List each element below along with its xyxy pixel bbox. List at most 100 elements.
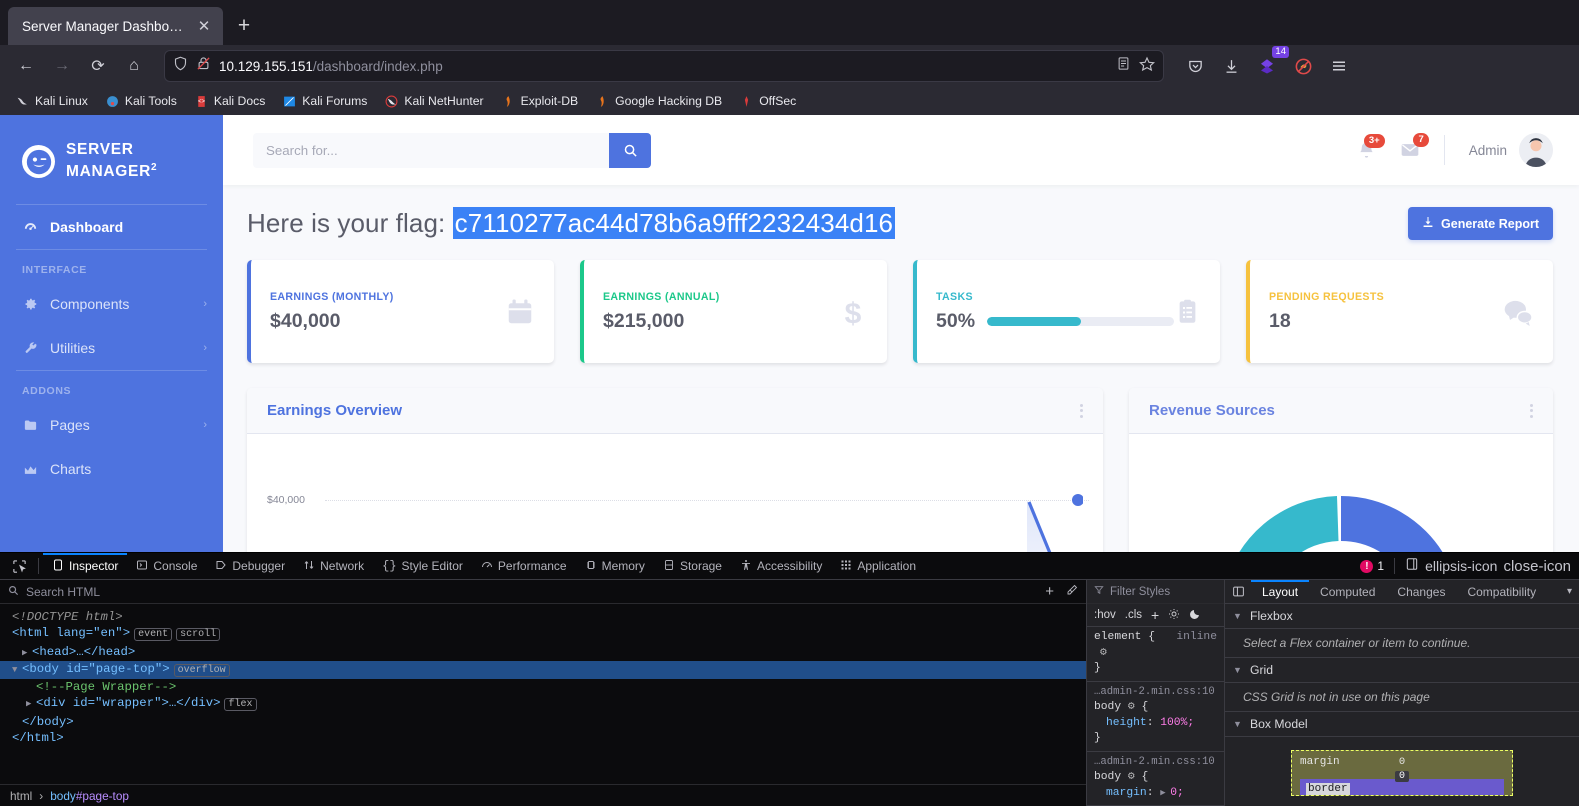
add-node-icon[interactable]: + [1045, 583, 1054, 600]
eyedropper-icon[interactable] [1066, 584, 1078, 599]
generate-report-button[interactable]: Generate Report [1408, 207, 1553, 240]
css-rules[interactable]: inline element { ⚙ } …admin-2.min.css:10… [1087, 627, 1224, 806]
dom-row-html-close[interactable]: </html> [12, 730, 1086, 746]
declaration[interactable]: height: 100%; [1094, 716, 1217, 732]
sidebar-item-pages[interactable]: Pages › [0, 403, 223, 447]
dark-theme-icon[interactable] [1189, 608, 1201, 623]
bookmark-offsec[interactable]: OffSec [732, 92, 803, 111]
split-view-icon[interactable] [1225, 585, 1251, 598]
close-tab-icon[interactable]: ✕ [193, 15, 215, 37]
margin-top-value[interactable]: 0 [1292, 756, 1512, 768]
stat-card-pending-requests[interactable]: PENDING REQUESTS 18 [1246, 260, 1553, 363]
devtools-tab-debugger[interactable]: Debugger [206, 553, 294, 580]
alerts-button[interactable]: 3+ [1357, 133, 1385, 160]
stat-card-earnings-monthly[interactable]: EARNINGS (MONTHLY) $40,000 [247, 260, 554, 363]
messages-button[interactable]: 7 [1400, 133, 1429, 160]
rule-source[interactable]: …admin-2.min.css:10 [1094, 755, 1217, 771]
error-count-badge[interactable]: ! 1 [1360, 559, 1384, 573]
bookmark-kali-forums[interactable]: Kali Forums [275, 92, 374, 111]
declaration[interactable]: margin: ▶ 0; [1094, 786, 1217, 802]
dom-row-html[interactable]: <html lang="en"> event scroll [12, 625, 1086, 643]
ellipsis-vertical-icon[interactable] [1080, 403, 1083, 418]
rule-source[interactable]: …admin-2.min.css:10 [1094, 685, 1217, 701]
devtools-tab-performance[interactable]: Performance [472, 553, 576, 580]
gear-icon[interactable]: ⚙ [1100, 646, 1107, 662]
devtools-tab-console[interactable]: Console [127, 553, 206, 580]
html-search-bar[interactable]: Search HTML + [0, 580, 1086, 604]
breadcrumb-body[interactable]: body#page-top [50, 789, 129, 803]
lock-crossed-icon[interactable] [196, 56, 211, 76]
devtools-tab-inspector[interactable]: Inspector [43, 553, 127, 580]
bookmark-kali-docs[interactable]: <> Kali Docs [187, 92, 272, 111]
devtools-tab-memory[interactable]: Memory [576, 553, 654, 580]
dom-tree[interactable]: <!DOCTYPE html> <html lang="en"> event scr… [0, 604, 1086, 784]
bookmark-kali-tools[interactable]: Kali Tools [98, 92, 184, 111]
bookmark-google-hacking-db[interactable]: Google Hacking DB [588, 92, 729, 111]
box-model-margin[interactable]: margin 0 border 0 [1291, 750, 1513, 796]
class-toggle[interactable]: .cls [1125, 609, 1142, 621]
border-top-value[interactable]: 0 [1394, 771, 1410, 782]
add-rule-button[interactable]: + [1151, 607, 1159, 623]
extension-icon[interactable]: 14 [1250, 46, 1289, 82]
dom-row-body[interactable]: ▼ <body id="page-top"> overflow [0, 660, 1086, 680]
devtools-tab-network[interactable]: Network [294, 553, 373, 580]
sidebar-item-dashboard[interactable]: Dashboard [0, 205, 223, 249]
flag-value[interactable]: c7110277ac44d78b6a9fff2232434d16 [452, 207, 896, 239]
layout-section-grid-header[interactable]: ▼ Grid [1225, 658, 1579, 683]
dock-icon[interactable] [1405, 557, 1419, 576]
bookmark-kali-nethunter[interactable]: Kali NetHunter [377, 92, 490, 111]
bookmark-kali-linux[interactable]: Kali Linux [8, 92, 95, 111]
gear-icon[interactable]: ⚙ [1128, 700, 1135, 716]
dom-row-wrapper[interactable]: ▶ <div id="wrapper">…</div> flex [12, 695, 1086, 713]
css-rule-element[interactable]: inline element { ⚙ } [1087, 627, 1224, 682]
reload-icon[interactable]: ⟳ [82, 50, 114, 82]
adblock-icon[interactable] [1286, 50, 1320, 82]
sidebar-item-charts[interactable]: Charts [0, 447, 223, 491]
ellipsis-icon[interactable]: ellipsis-icon [1425, 559, 1497, 573]
dom-row-head[interactable]: ▶ <head>…</head> [12, 644, 1086, 661]
devtools-tab-application[interactable]: Application [831, 553, 925, 580]
sidebar-item-utilities[interactable]: Utilities › [0, 326, 223, 370]
bookmark-exploit-db[interactable]: Exploit-DB [494, 92, 586, 111]
ellipsis-vertical-icon[interactable] [1530, 403, 1533, 418]
devtools-tab-accessibility[interactable]: Accessibility [731, 553, 831, 580]
hover-toggle[interactable]: :hov [1094, 609, 1116, 621]
devtools-tab-style-editor[interactable]: {} Style Editor [373, 553, 472, 580]
sidebar-item-components[interactable]: Components › [0, 282, 223, 326]
devtools-tab-storage[interactable]: Storage [654, 553, 731, 580]
new-tab-button[interactable]: + [229, 11, 259, 41]
light-theme-icon[interactable] [1168, 608, 1180, 623]
layout-tab-computed[interactable]: Computed [1309, 580, 1386, 604]
gear-icon[interactable]: ⚙ [1128, 770, 1135, 786]
downloads-icon[interactable] [1214, 50, 1248, 82]
box-model-border[interactable]: border 0 [1300, 771, 1504, 795]
close-icon[interactable]: close-icon [1503, 558, 1571, 575]
search-input[interactable] [253, 132, 609, 168]
stat-card-earnings-annual[interactable]: EARNINGS (ANNUAL) $215,000 $ [580, 260, 887, 363]
dom-row-doctype[interactable]: <!DOCTYPE html> [12, 609, 1086, 625]
url-bar[interactable]: 10.129.155.151/dashboard/index.php [164, 50, 1164, 82]
user-menu[interactable]: Admin [1469, 133, 1553, 167]
back-icon[interactable]: ← [10, 50, 42, 82]
filter-styles-input[interactable]: Filter Styles [1087, 580, 1224, 604]
bookmark-star-icon[interactable] [1138, 56, 1156, 77]
layout-tab-changes[interactable]: Changes [1386, 580, 1456, 604]
url-text[interactable]: 10.129.155.151/dashboard/index.php [219, 59, 1108, 74]
layout-tab-compatibility[interactable]: Compatibility [1456, 580, 1547, 604]
dom-row-body-close[interactable]: </body> [12, 714, 1086, 730]
layout-section-flexbox-header[interactable]: ▼ Flexbox [1225, 604, 1579, 629]
layout-tab-layout[interactable]: Layout [1251, 580, 1309, 604]
forward-icon[interactable]: → [46, 50, 78, 82]
search-button[interactable] [609, 132, 651, 168]
breadcrumb-html[interactable]: html [10, 789, 32, 803]
browser-tab[interactable]: Server Manager Dashboard ✕ [8, 7, 223, 45]
reader-mode-icon[interactable] [1116, 56, 1131, 76]
stat-card-tasks[interactable]: TASKS 50% [913, 260, 1220, 363]
css-rule-body-margin[interactable]: …admin-2.min.css:10 body ⚙ { margin: ▶ 0; [1087, 752, 1224, 806]
chevron-down-icon[interactable]: ▾ [1567, 586, 1579, 597]
app-menu-icon[interactable] [1322, 50, 1356, 82]
brand[interactable]: SERVER MANAGER2 [0, 131, 223, 204]
home-icon[interactable]: ⌂ [118, 50, 150, 82]
element-picker-icon[interactable] [4, 555, 34, 578]
css-rule-body-height[interactable]: …admin-2.min.css:10 body ⚙ { height: 100… [1087, 682, 1224, 752]
